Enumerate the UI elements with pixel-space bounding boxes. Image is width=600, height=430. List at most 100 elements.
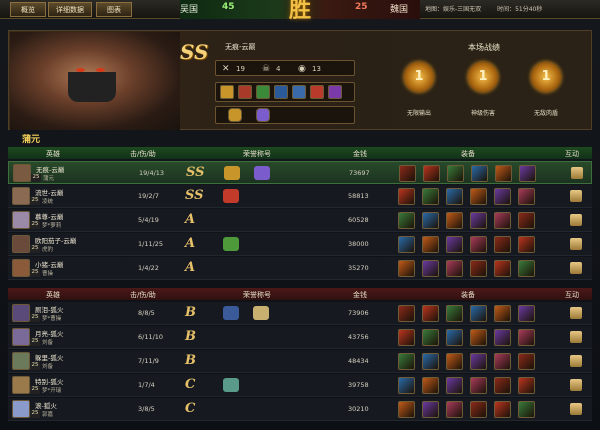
money-value: 48434: [348, 357, 369, 365]
equipment-icon[interactable]: [494, 377, 511, 394]
equipment-icon[interactable]: [494, 236, 511, 253]
honor-icon: [223, 237, 239, 251]
interact-button[interactable]: [570, 190, 582, 202]
equipment-icon[interactable]: [398, 212, 415, 229]
equipment-icon[interactable]: [446, 377, 463, 394]
player-row[interactable]: 躲里-狐火 25 刘备 7/11/9 B 48434: [8, 350, 592, 373]
equipment-icon[interactable]: [494, 305, 511, 322]
equipment-icon[interactable]: [518, 305, 535, 322]
interact-button[interactable]: [570, 355, 582, 367]
equipment-icon[interactable]: [398, 305, 415, 322]
player-row[interactable]: 小猪-云巅 25 曹操 1/4/22 A 35270: [8, 257, 592, 280]
equipment-icon[interactable]: [422, 401, 439, 418]
equipment-icon[interactable]: [398, 329, 415, 346]
equipment-icon[interactable]: [518, 260, 535, 277]
equip-icon: [310, 85, 324, 99]
equipment-icon[interactable]: [518, 329, 535, 346]
equipment-icon[interactable]: [495, 165, 512, 182]
equipment-icon[interactable]: [519, 165, 536, 182]
equipment-icon[interactable]: [518, 236, 535, 253]
medal-label: 无敌肉盾: [533, 110, 558, 117]
equipment-icon[interactable]: [446, 305, 463, 322]
tab-overview[interactable]: 概览: [10, 2, 46, 17]
equipment-icon[interactable]: [398, 353, 415, 370]
equipment-icon[interactable]: [446, 353, 463, 370]
equipment-icon[interactable]: [422, 236, 439, 253]
hero-name-cell: 特别-狐火: [35, 378, 64, 386]
hero-level: 25: [30, 314, 40, 322]
interact-button[interactable]: [570, 307, 582, 319]
equipment-icon[interactable]: [446, 260, 463, 277]
equipment-icon[interactable]: [398, 188, 415, 205]
equipment-icon[interactable]: [422, 305, 439, 322]
equipment-icon[interactable]: [470, 260, 487, 277]
equipment-icon[interactable]: [518, 353, 535, 370]
equipment-icon[interactable]: [470, 212, 487, 229]
equipment-icon[interactable]: [422, 212, 439, 229]
equipment-icon[interactable]: [470, 353, 487, 370]
honor-icon: [254, 166, 270, 180]
equipment-icon[interactable]: [470, 401, 487, 418]
equipment-icon[interactable]: [518, 212, 535, 229]
kda-value: 3/8/5: [138, 405, 155, 413]
tab-chart[interactable]: 图表: [96, 2, 132, 17]
equipment-icon[interactable]: [422, 377, 439, 394]
hero-name-cell: 欧阳茄子-云巅: [35, 237, 77, 245]
equipment-icon[interactable]: [446, 401, 463, 418]
assist-icon: ◉: [298, 64, 306, 74]
equipment-icon[interactable]: [399, 165, 416, 182]
hero-avatar: [12, 259, 30, 277]
interact-button[interactable]: [570, 331, 582, 343]
equipment-icon[interactable]: [398, 236, 415, 253]
player-row[interactable]: 慕尊-云巅 25 梦*萝莉 5/4/19 A 60528: [8, 209, 592, 232]
equipment-icon[interactable]: [446, 212, 463, 229]
col-money: 金钱: [353, 291, 367, 299]
interact-button[interactable]: [570, 403, 582, 415]
player-row[interactable]: 无痕-云巅 25 蒲元 19/4/13 SS 73697: [8, 161, 592, 184]
player-row[interactable]: 滚-狐火 25 郭嘉 3/8/5 C 30210: [8, 398, 592, 421]
equipment-icon[interactable]: [518, 188, 535, 205]
player-row[interactable]: 特别-狐火 25 梦*开瑞 1/7/4 C 39758: [8, 374, 592, 397]
tab-details[interactable]: 详细数据: [48, 2, 92, 17]
equipment-icon[interactable]: [470, 377, 487, 394]
equipment-icon[interactable]: [494, 329, 511, 346]
equipment-icon[interactable]: [471, 165, 488, 182]
hero-level: 25: [30, 245, 40, 253]
interact-button[interactable]: [570, 379, 582, 391]
equipment-icon[interactable]: [447, 165, 464, 182]
equipment-icon[interactable]: [398, 377, 415, 394]
player-row[interactable]: 厕泪-狐火 25 梦*曹操 8/8/5 B 73906: [8, 302, 592, 325]
equipment-icon[interactable]: [470, 236, 487, 253]
equipment-icon[interactable]: [398, 260, 415, 277]
col-interact: 互动: [565, 150, 579, 158]
grade-badge: B: [185, 329, 196, 344]
kda-value: 8/8/5: [138, 309, 155, 317]
equipment-icon[interactable]: [494, 353, 511, 370]
interact-button[interactable]: [571, 167, 583, 179]
equipment-icon[interactable]: [518, 377, 535, 394]
equipment-icon[interactable]: [470, 305, 487, 322]
equipment-icon[interactable]: [446, 236, 463, 253]
equipment-icon[interactable]: [422, 260, 439, 277]
player-row[interactable]: 月亮-狐火 25 刘备 6/11/10 B 43756: [8, 326, 592, 349]
equipment-icon[interactable]: [446, 188, 463, 205]
interact-button[interactable]: [570, 238, 582, 250]
player-row[interactable]: 流世-云巅 25 凌统 19/2/7 SS 58813: [8, 185, 592, 208]
equipment-icon[interactable]: [518, 401, 535, 418]
equipment-icon[interactable]: [494, 401, 511, 418]
equipment-icon[interactable]: [470, 329, 487, 346]
equipment-icon[interactable]: [494, 212, 511, 229]
player-row[interactable]: 欧阳茄子-云巅 25 虎豹 1/11/25 A 38000: [8, 233, 592, 256]
equipment-icon[interactable]: [398, 401, 415, 418]
interact-button[interactable]: [570, 262, 582, 274]
money-value: 73697: [349, 169, 370, 177]
interact-button[interactable]: [570, 214, 582, 226]
equipment-icon[interactable]: [422, 353, 439, 370]
equipment-icon[interactable]: [422, 188, 439, 205]
equipment-icon[interactable]: [494, 188, 511, 205]
equipment-icon[interactable]: [494, 260, 511, 277]
equipment-icon[interactable]: [422, 329, 439, 346]
equipment-icon[interactable]: [470, 188, 487, 205]
equipment-icon[interactable]: [446, 329, 463, 346]
equipment-icon[interactable]: [423, 165, 440, 182]
